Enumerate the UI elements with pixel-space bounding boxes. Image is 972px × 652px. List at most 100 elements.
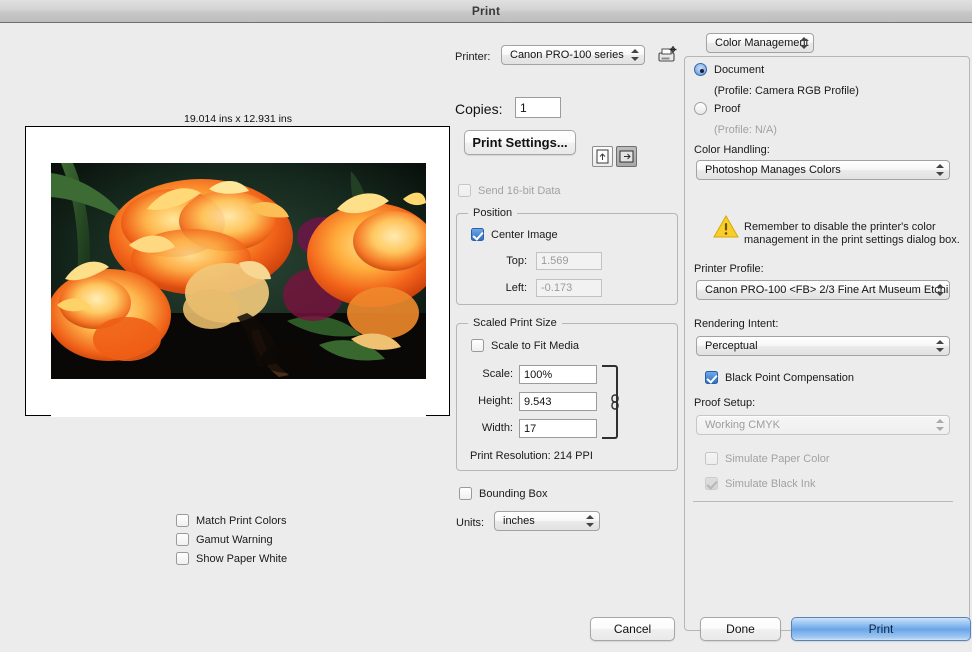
printer-profile-select[interactable]: Canon PRO-100 <FB> 2/3 Fine Art Museum E… <box>696 280 950 300</box>
show-paper-white-label: Show Paper White <box>196 552 288 565</box>
rendering-intent-value: Perceptual <box>705 340 758 352</box>
chain-link-icon[interactable] <box>610 394 620 413</box>
send-16bit-row[interactable]: Send 16-bit Data <box>458 184 561 197</box>
window-titlebar[interactable]: Print <box>0 0 972 23</box>
gamut-warning-checkbox[interactable] <box>176 533 189 546</box>
simulate-black-ink-row[interactable]: Simulate Black Ink <box>705 477 815 490</box>
link-bracket-notch <box>600 397 610 407</box>
send-16bit-label: Send 16-bit Data <box>478 184 561 197</box>
left-label: Left: <box>505 282 527 294</box>
position-group: Position Center Image Top: 1.569 Left: -… <box>456 207 678 305</box>
width-label: Width: <box>481 422 513 434</box>
color-handling-select[interactable]: Photoshop Manages Colors <box>696 160 950 180</box>
panel-section-value: Color Management <box>715 37 809 49</box>
height-input[interactable]: 9.543 <box>519 392 597 411</box>
rendering-intent-select[interactable]: Perceptual <box>696 336 950 356</box>
scaled-print-size-title: Scaled Print Size <box>468 317 562 329</box>
dahlia-photo-graphic <box>51 163 426 379</box>
chevron-updown-icon <box>631 48 639 62</box>
proof-radio[interactable] <box>694 102 707 115</box>
scale-to-fit-checkbox[interactable] <box>471 339 484 352</box>
simulate-paper-color-checkbox[interactable] <box>705 452 718 465</box>
scale-input[interactable]: 100% <box>519 365 597 384</box>
print-settings-button[interactable]: Print Settings... <box>464 130 576 155</box>
document-radio-label: Document <box>714 63 765 76</box>
simulate-paper-color-row[interactable]: Simulate Paper Color <box>705 452 830 465</box>
done-button[interactable]: Done <box>700 617 781 641</box>
center-image-checkbox[interactable] <box>471 228 484 241</box>
proof-radio-label: Proof <box>714 102 741 115</box>
center-image-row[interactable]: Center Image <box>471 228 558 241</box>
printer-select[interactable]: Canon PRO-100 series <box>501 45 645 65</box>
printer-select-value: Canon PRO-100 series <box>510 49 624 61</box>
document-profile-label: (Profile: Camera RGB Profile) <box>714 85 859 97</box>
color-handling-label: Color Handling: <box>694 144 770 156</box>
chevron-updown-icon <box>936 418 944 432</box>
print-preview[interactable] <box>25 126 450 417</box>
units-label: Units: <box>456 517 485 529</box>
color-warning-line1: Remember to disable the printer's color <box>744 221 936 233</box>
scale-to-fit-label: Scale to Fit Media <box>491 339 580 352</box>
match-print-colors-checkbox[interactable] <box>176 514 189 527</box>
rendering-intent-label: Rendering Intent: <box>694 318 779 330</box>
panel-divider <box>693 501 953 502</box>
left-input[interactable]: -0.173 <box>536 279 602 297</box>
proof-setup-label: Proof Setup: <box>694 397 756 409</box>
gamut-warning-label: Gamut Warning <box>196 533 273 546</box>
cancel-button[interactable]: Cancel <box>590 617 675 641</box>
print-button[interactable]: Print <box>791 617 971 641</box>
top-label: Top: <box>506 255 527 267</box>
center-image-label: Center Image <box>491 228 558 241</box>
panel-section-select[interactable]: Color Management <box>706 33 814 53</box>
chevron-updown-icon <box>586 514 594 528</box>
simulate-paper-color-label: Simulate Paper Color <box>725 452 830 465</box>
black-point-compensation-label: Black Point Compensation <box>725 371 855 384</box>
bounding-box-checkbox[interactable] <box>459 487 472 500</box>
print-dialog-window: Print 19.014 ins x 12.931 ins Match Prin… <box>0 0 972 652</box>
color-handling-value: Photoshop Manages Colors <box>705 164 841 176</box>
copies-label: Copies: <box>455 101 503 117</box>
printer-profile-label: Printer Profile: <box>694 263 764 275</box>
height-label: Height: <box>478 395 513 407</box>
scale-label: Scale: <box>482 368 513 380</box>
units-select[interactable]: inches <box>494 511 600 531</box>
chevron-updown-icon <box>936 283 944 297</box>
send-16bit-checkbox[interactable] <box>458 184 471 197</box>
option-row[interactable]: Show Paper White <box>176 549 287 568</box>
printer-profile-value: Canon PRO-100 <FB> 2/3 Fine Art Museum E… <box>705 284 950 296</box>
soft-proof-options: Match Print Colors Gamut Warning Show Pa… <box>176 511 287 568</box>
preview-image <box>51 163 426 379</box>
option-row[interactable]: Gamut Warning <box>176 530 287 549</box>
chevron-updown-icon <box>936 163 944 177</box>
scale-to-fit-row[interactable]: Scale to Fit Media <box>471 339 579 352</box>
dialog-content: 19.014 ins x 12.931 ins Match Print Colo… <box>0 23 972 652</box>
option-row[interactable]: Match Print Colors <box>176 511 287 530</box>
position-group-title: Position <box>468 207 518 219</box>
landscape-orientation-icon[interactable] <box>616 146 637 167</box>
chevron-updown-icon <box>800 36 808 50</box>
preview-dimensions-label: 19.014 ins x 12.931 ins <box>184 113 292 125</box>
proof-setup-value: Working CMYK <box>705 419 780 431</box>
copies-input[interactable]: 1 <box>515 97 561 118</box>
black-point-compensation-checkbox[interactable] <box>705 371 718 384</box>
black-point-row[interactable]: Black Point Compensation <box>705 371 854 384</box>
simulate-black-ink-checkbox[interactable] <box>705 477 718 490</box>
show-paper-white-checkbox[interactable] <box>176 552 189 565</box>
proof-radio-row[interactable]: Proof <box>694 102 740 115</box>
units-select-value: inches <box>503 515 535 527</box>
width-input[interactable]: 17 <box>519 419 597 438</box>
chevron-updown-icon <box>936 339 944 353</box>
printer-setup-icon[interactable] <box>657 44 679 66</box>
match-print-colors-label: Match Print Colors <box>196 514 287 527</box>
bounding-box-row[interactable]: Bounding Box <box>459 487 548 500</box>
document-radio-row[interactable]: Document <box>694 63 764 76</box>
portrait-orientation-icon[interactable] <box>592 146 613 167</box>
window-title: Print <box>471 4 501 18</box>
top-input[interactable]: 1.569 <box>536 252 602 270</box>
scaled-print-size-group: Scaled Print Size Scale to Fit Media Sca… <box>456 317 678 471</box>
proof-profile-label: (Profile: N/A) <box>714 124 777 136</box>
color-warning-line2: management in the print settings dialog … <box>744 234 960 246</box>
color-warning-text: Remember to disable the printer's color … <box>744 221 960 247</box>
document-radio[interactable] <box>694 63 707 76</box>
proof-setup-select[interactable]: Working CMYK <box>696 415 950 435</box>
